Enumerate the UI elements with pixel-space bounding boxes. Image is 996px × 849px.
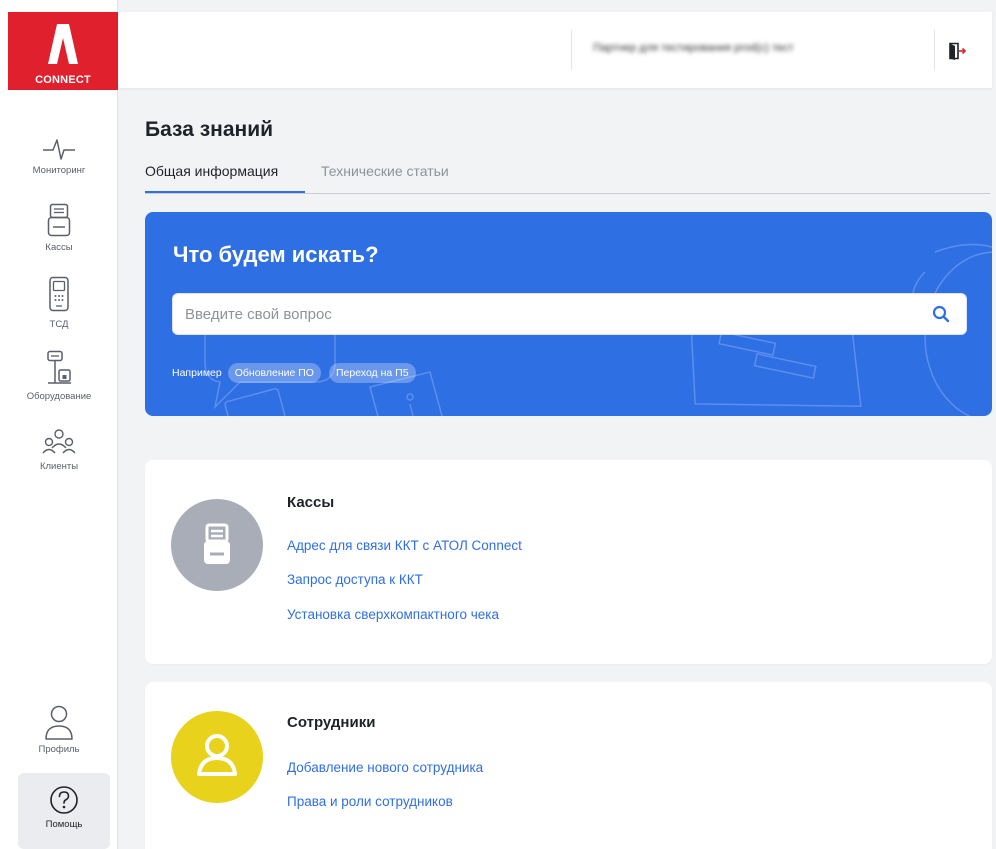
profile-icon (45, 705, 73, 740)
sidebar-item-profile[interactable]: Профиль (0, 705, 118, 755)
sidebar-item-monitoring[interactable]: Мониторинг (0, 136, 118, 176)
article-link[interactable]: Права и роли сотрудников (287, 794, 453, 809)
tab-general-info[interactable]: Общая информация (145, 163, 278, 179)
category-card-employees: Сотрудники Добавление нового сотрудника … (145, 682, 992, 849)
logout-icon[interactable] (948, 42, 966, 60)
pulse-icon (43, 139, 75, 160)
help-icon (50, 786, 78, 814)
equipment-icon (47, 350, 71, 384)
sidebar-item-kassy[interactable]: Кассы (0, 203, 118, 253)
sidebar-item-tsd[interactable]: ТСД (0, 276, 118, 330)
sidebar-item-label: Мониторинг (32, 165, 86, 176)
atol-connect-logo[interactable]: CONNECT (8, 12, 118, 90)
page-title: База знаний (145, 118, 274, 141)
header-divider (571, 30, 572, 70)
header-divider (934, 30, 935, 70)
active-tab-indicator (145, 191, 305, 193)
scanner-terminal-icon (49, 276, 69, 312)
sidebar-item-label: Клиенты (39, 461, 79, 472)
category-title: Сотрудники (287, 714, 376, 731)
sidebar-item-label: Помощь (45, 819, 83, 830)
tabs: Общая информация Технические статьи (145, 160, 990, 194)
sidebar-item-label: Оборудование (26, 391, 92, 402)
article-link[interactable]: Добавление нового сотрудника (287, 760, 483, 775)
category-card-kassy: Кассы Адрес для связи ККТ с АТОЛ Connect… (145, 460, 992, 664)
category-icon-circle (171, 499, 263, 591)
atol-logo-icon (48, 24, 78, 64)
sidebar-item-help[interactable]: Помощь (18, 773, 110, 849)
sidebar-item-equipment[interactable]: Оборудование (0, 350, 118, 402)
search-icon[interactable] (932, 305, 950, 323)
article-link[interactable]: Запрос доступа к ККТ (287, 572, 423, 587)
tab-technical-articles[interactable]: Технические статьи (321, 163, 449, 179)
article-link[interactable]: Адрес для связи ККТ с АТОЛ Connect (287, 538, 522, 553)
search-heading: Что будем искать? (173, 242, 379, 267)
partner-name[interactable]: Партнер для тестирования prod(с) тест (593, 42, 794, 54)
search-banner: Что будем искать? Например Обновление ПО… (145, 212, 992, 416)
cash-register-icon (204, 523, 230, 564)
example-chip[interactable]: Обновление ПО (227, 363, 321, 383)
sidebar-item-clients[interactable]: Клиенты (0, 428, 118, 472)
sidebar-item-label: ТСД (49, 319, 69, 330)
search-input[interactable] (185, 294, 925, 334)
sidebar-item-label: Кассы (45, 242, 73, 253)
article-link[interactable]: Установка сверхкомпактного чека (287, 607, 499, 622)
cash-register-icon (47, 203, 71, 237)
example-chip[interactable]: Переход на П5 (328, 363, 416, 383)
search-examples: Например Обновление ПО Переход на П5 (172, 363, 424, 383)
top-header: Партнер для тестирования prod(с) тест (118, 12, 992, 88)
search-box (172, 293, 967, 335)
example-label: Например (172, 367, 222, 379)
sidebar-item-label: Профиль (38, 744, 80, 755)
category-icon-circle (171, 711, 263, 803)
logo-text: CONNECT (35, 74, 91, 86)
category-title: Кассы (287, 494, 335, 511)
user-icon (197, 734, 237, 776)
sidebar: CONNECT Мониторинг Кассы ТСД Оборудовани… (0, 0, 118, 849)
clients-icon (42, 429, 76, 454)
